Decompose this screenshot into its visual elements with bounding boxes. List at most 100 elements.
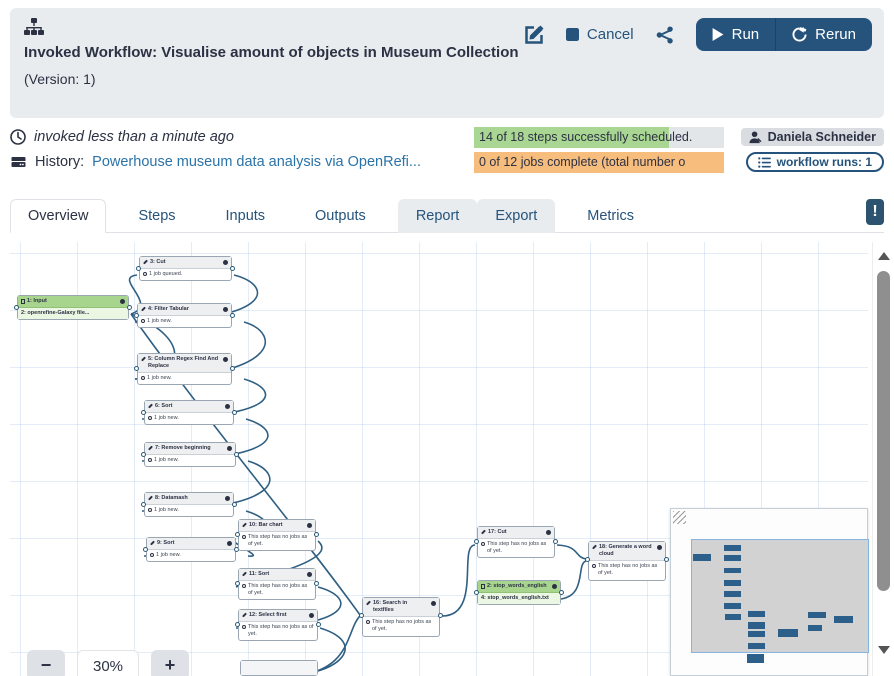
workflow-header: Invoked Workflow: Visualise amount of ob… [10, 8, 884, 118]
workflow-node[interactable]: 1: Input2: openrefine-Galaxy file... [17, 295, 129, 320]
scroll-up-arrow[interactable] [878, 252, 890, 260]
zoom-out-button[interactable]: − [27, 650, 65, 676]
invoked-time-text: invoked less than a minute ago [34, 129, 234, 145]
wrench-icon [242, 572, 247, 577]
node-status-icon [307, 523, 312, 528]
job-state-icon [141, 376, 145, 380]
invocation-alert-icon[interactable]: ! [866, 199, 884, 225]
node-body: 2: openrefine-Galaxy file... [18, 308, 128, 319]
job-state-icon [366, 620, 370, 624]
run-label: Run [732, 26, 760, 43]
workflow-node[interactable]: 17: Cut This step has no jobs as of yet. [477, 526, 555, 558]
tab-inputs[interactable]: Inputs [208, 199, 284, 233]
node-title: 5: Column Regex Find And Replace [148, 356, 221, 370]
stop-square-icon [566, 28, 579, 41]
zoom-in-button[interactable]: + [151, 650, 189, 676]
job-state-icon [242, 535, 246, 539]
workflow-node[interactable]: 16: Search in textfilesThis step has no … [362, 597, 440, 637]
node-title: 6: Sort [155, 403, 223, 410]
minimap-node [724, 580, 741, 586]
node-job-text: 1 job new. [147, 318, 172, 325]
minimap-node [724, 568, 741, 573]
workflow-node[interactable]: 5: Column Regex Find And Replace1 job ne… [137, 353, 232, 385]
vertical-scrollbar[interactable] [872, 242, 894, 676]
node-job-text: This step has no jobs as of yet. [598, 563, 662, 577]
node-body: 4: stop_words_english.txt [478, 593, 560, 604]
node-body: This step has no jobs as of yet. [239, 532, 315, 550]
owner-name: Daniela Schneider [768, 130, 876, 144]
workflow-node[interactable]: 7: Remove beginning1 job new. [144, 442, 236, 467]
right-port[interactable] [438, 613, 443, 618]
cancel-label: Cancel [587, 26, 634, 43]
node-job-text: 1 job new. [154, 507, 179, 514]
minimap-node [724, 603, 741, 609]
minimap-resize-handle[interactable] [673, 511, 686, 524]
node-title: 11: Sort [249, 571, 305, 578]
right-port[interactable] [664, 557, 669, 562]
minimap-node [748, 611, 765, 617]
tab-outputs[interactable]: Outputs [297, 199, 384, 233]
workflow-node[interactable]: 3: Cut1 job queued. [139, 256, 232, 281]
node-body: This step has no jobs as of yet. [478, 539, 554, 557]
steps-progress-badge: 14 of 18 steps successfully scheduled. [474, 127, 724, 148]
job-state-icon [592, 564, 596, 568]
minimap-node [748, 622, 765, 629]
node-body: 1 job new. [147, 550, 235, 561]
rerun-button[interactable]: Rerun [775, 18, 872, 51]
workflow-node[interactable]: 4: Filter Tabular 1 job new. [137, 303, 232, 328]
left-port[interactable] [359, 613, 364, 618]
steps-progress-text: 14 of 18 steps successfully scheduled. [479, 130, 692, 144]
node-status-icon [307, 572, 312, 577]
history-icon [10, 154, 27, 170]
jobs-progress-text: 0 of 12 jobs complete (total number o [479, 155, 685, 169]
workflow-runs-button[interactable]: workflow runs: 1 [746, 152, 884, 172]
zoom-level-indicator: 30% [77, 650, 139, 676]
left-port[interactable] [585, 557, 590, 562]
node-title: 2: stop_words_english [487, 583, 550, 590]
wrench-icon [141, 357, 146, 362]
node-job-text: This step has no jobs as of yet. [372, 619, 436, 633]
node-job-text: This step has no jobs as of yet. [248, 624, 314, 638]
minimap-node [808, 625, 822, 631]
node-job-text: This step has no jobs as of yet. [248, 534, 312, 548]
minimap-node [748, 643, 765, 649]
workflow-node[interactable]: 18: Generate a word cloudThis step has n… [588, 541, 666, 581]
invocation-status: invoked less than a minute ago 14 of 18 … [10, 126, 884, 173]
graph-minimap[interactable] [670, 508, 868, 676]
tab-metrics[interactable]: Metrics [569, 199, 652, 233]
node-status-icon [546, 530, 551, 535]
minimap-node [725, 614, 741, 620]
cancel-button[interactable]: Cancel [566, 26, 634, 43]
tab-overview[interactable]: Overview [10, 199, 106, 233]
node-status-icon [227, 541, 232, 546]
sitemap-icon [24, 18, 44, 36]
node-status-icon [225, 496, 230, 501]
history-link[interactable]: Powerhouse museum data analysis via Open… [92, 154, 421, 170]
workflow-node[interactable]: 8: Datamash1 job new. [144, 492, 234, 517]
scroll-down-arrow[interactable] [878, 646, 890, 654]
edit-workflow-button[interactable] [524, 25, 544, 45]
workflow-node[interactable]: 10: Bar chart This step has no jobs as of… [238, 519, 316, 551]
job-state-icon [141, 319, 145, 323]
scrollbar-thumb[interactable] [877, 271, 890, 591]
tab-export[interactable]: Export [477, 199, 555, 233]
workflow-node[interactable]: 2: stop_words_english 4: stop_words_engli… [477, 580, 561, 605]
node-body: This step has no jobs as of yet. [239, 581, 315, 599]
workflow-node[interactable]: 6: Sort1 job new. [144, 400, 234, 425]
run-button[interactable]: Run [696, 18, 776, 51]
tab-steps[interactable]: Steps [120, 199, 193, 233]
share-button[interactable] [656, 26, 674, 44]
workflow-node[interactable]: 9: Sort1 job new. [146, 537, 236, 562]
tab-report[interactable]: Report [398, 199, 478, 233]
jobs-progress-badge: 0 of 12 jobs complete (total number o [474, 152, 724, 173]
list-icon [758, 157, 771, 168]
workflow-node[interactable]: 11: Sort This step has no jobs as of yet. [238, 568, 316, 600]
node-title: 17: Cut [488, 529, 544, 536]
wrench-icon [366, 601, 371, 606]
node-title: 4: Filter Tabular [148, 306, 221, 313]
workflow-node[interactable] [240, 660, 318, 676]
minimap-node [693, 554, 711, 561]
workflow-node[interactable]: 12: Select firstThis step has no jobs as… [238, 609, 318, 641]
node-title: 10: Bar chart [249, 522, 305, 529]
minimap-node [778, 629, 798, 637]
